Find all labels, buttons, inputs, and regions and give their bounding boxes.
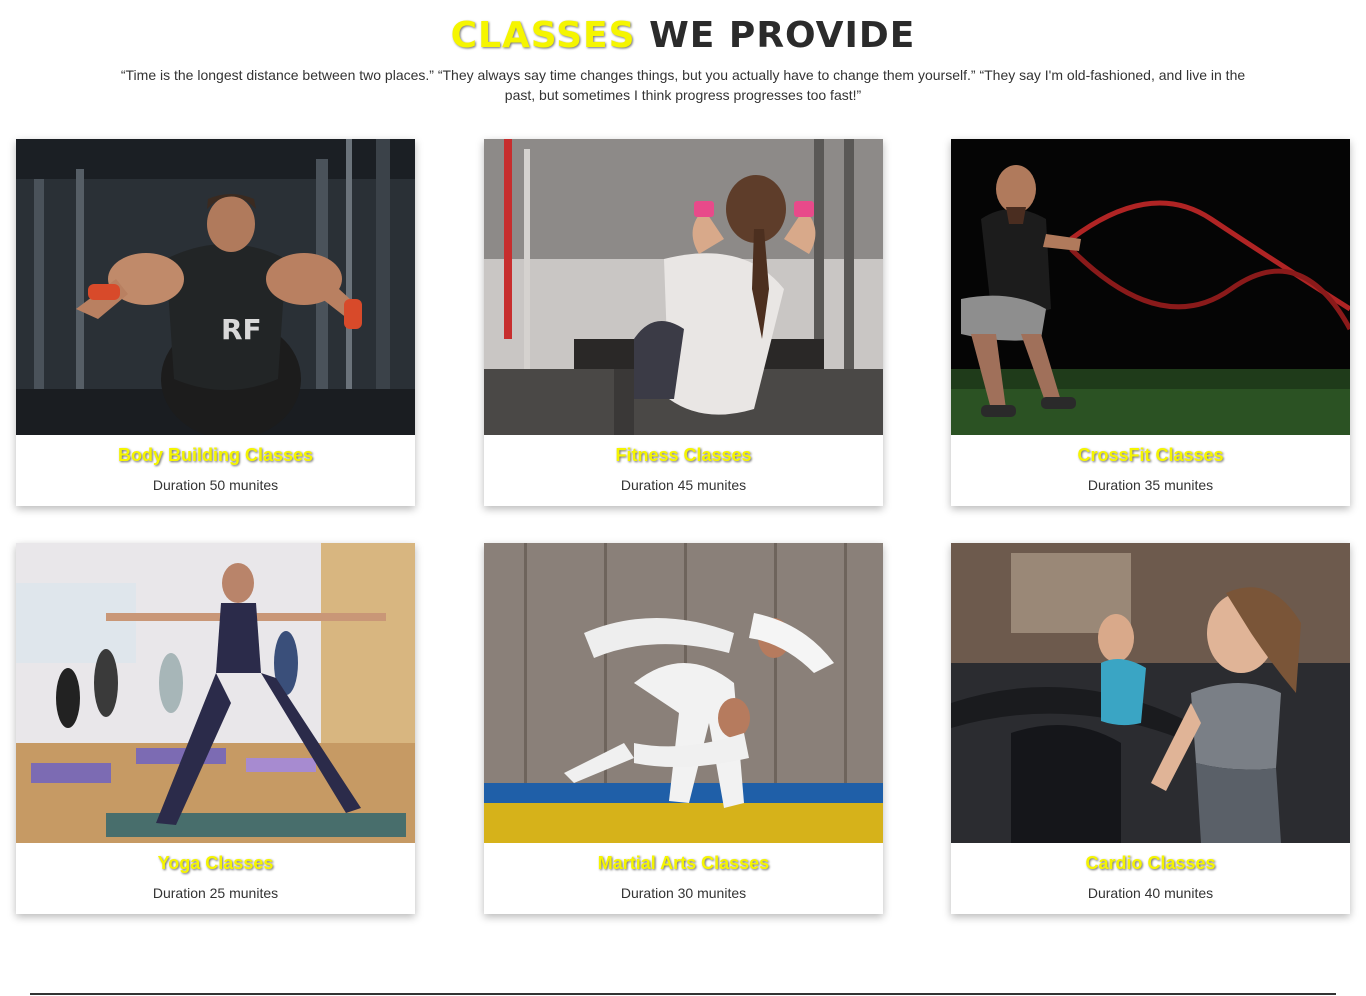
- class-card-martial-arts[interactable]: Martial Arts Classes Duration 30 munites: [484, 543, 883, 914]
- fitness-photo: [484, 139, 883, 435]
- class-card-yoga[interactable]: Yoga Classes Duration 25 munites: [16, 543, 415, 914]
- class-card-cardio[interactable]: Cardio Classes Duration 40 munites: [951, 543, 1350, 914]
- class-name: Martial Arts Classes: [597, 853, 770, 873]
- section-quote: “Time is the longest distance between tw…: [120, 67, 1246, 103]
- title-rest: WE PROVIDE: [635, 15, 916, 56]
- class-duration: Duration 45 munites: [620, 477, 747, 493]
- class-name: Yoga Classes: [157, 853, 274, 873]
- class-duration: Duration 40 munites: [1087, 885, 1214, 901]
- martial-arts-photo: [484, 543, 883, 843]
- section-title: CLASSES WE PROVIDE: [0, 14, 1366, 58]
- crossfit-photo: [951, 139, 1350, 435]
- class-duration: Duration 25 munites: [152, 885, 279, 901]
- class-card-body-building[interactable]: RF Body Building Classes Duration 50 mun…: [16, 139, 415, 506]
- title-accent: CLASSES: [450, 15, 636, 56]
- cardio-photo: [951, 543, 1350, 843]
- bodybuilding-photo: RF: [16, 139, 415, 435]
- class-name: Fitness Classes: [615, 445, 752, 465]
- class-card-fitness[interactable]: Fitness Classes Duration 45 munites: [484, 139, 883, 506]
- class-duration: Duration 50 munites: [152, 477, 279, 493]
- class-name: CrossFit Classes: [1077, 445, 1224, 465]
- class-name: Cardio Classes: [1085, 853, 1216, 873]
- class-duration: Duration 30 munites: [620, 885, 747, 901]
- yoga-photo: [16, 543, 415, 843]
- class-duration: Duration 35 munites: [1087, 477, 1214, 493]
- class-card-crossfit[interactable]: CrossFit Classes Duration 35 munites: [951, 139, 1350, 506]
- footer-divider: [30, 993, 1336, 995]
- svg-text:RF: RF: [221, 313, 262, 346]
- class-name: Body Building Classes: [117, 445, 314, 465]
